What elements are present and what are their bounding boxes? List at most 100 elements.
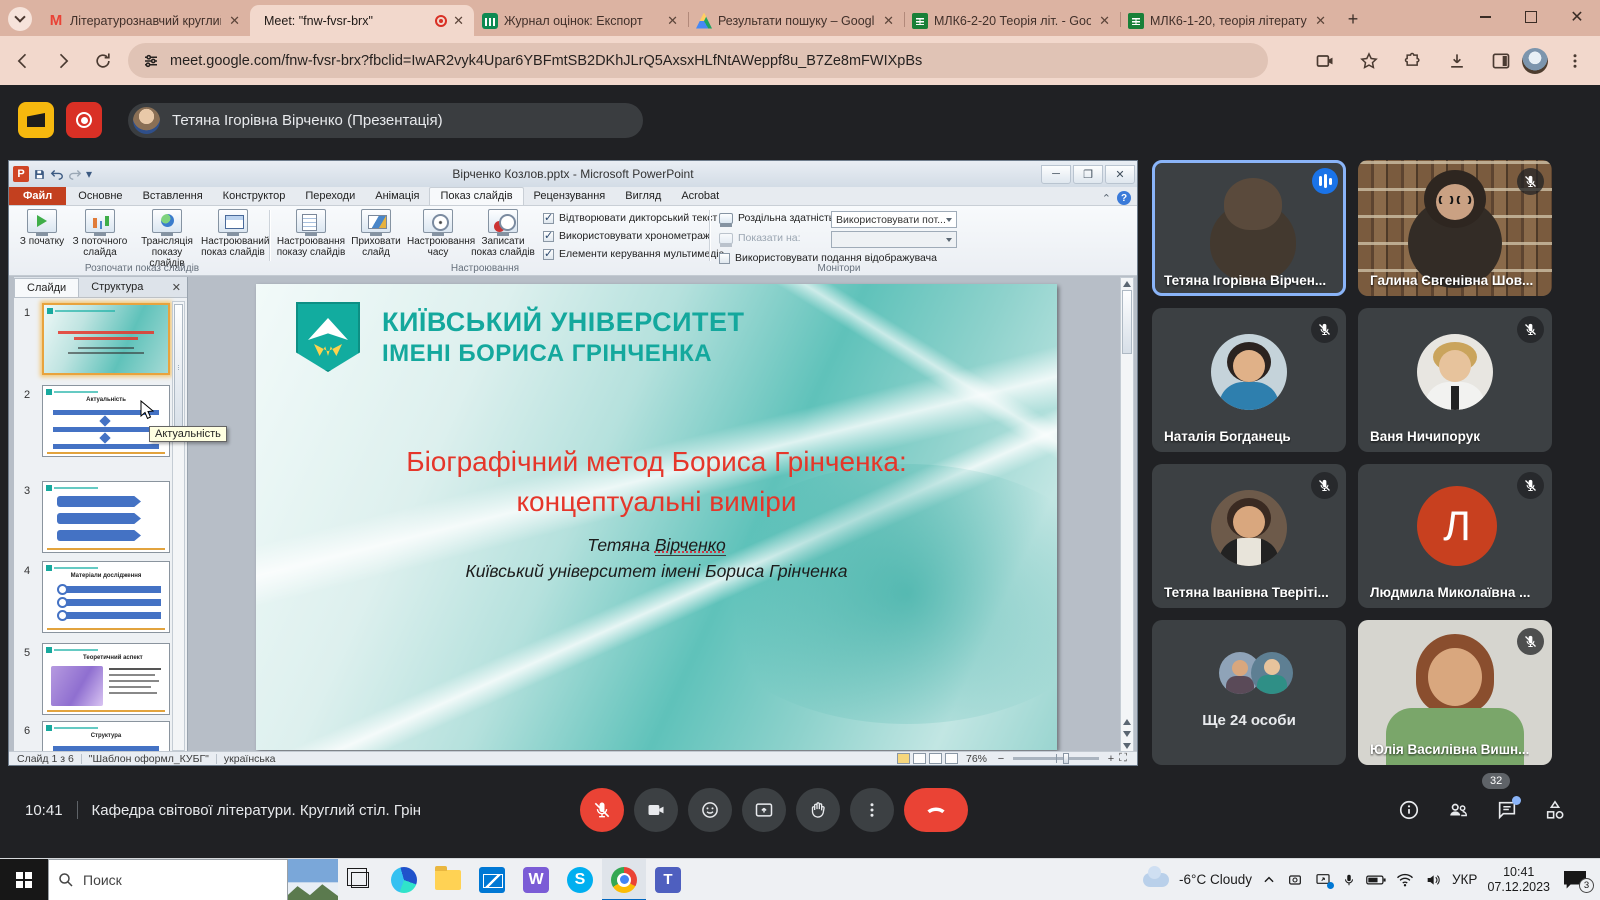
- pane-tab-outline[interactable]: Структура: [79, 278, 155, 296]
- ribbon-button-from-beginning[interactable]: З початку: [19, 209, 65, 247]
- slide-thumbnail-5[interactable]: Теоретичний аспект: [42, 643, 170, 715]
- reading-view-button[interactable]: [929, 753, 942, 764]
- new-tab-button[interactable]: +: [1340, 6, 1366, 32]
- tray-wifi-icon[interactable]: [1396, 873, 1414, 887]
- previous-slide-icon[interactable]: [1123, 719, 1131, 725]
- zoom-slider-handle[interactable]: [1063, 753, 1069, 764]
- zoom-level[interactable]: 76%: [966, 753, 987, 765]
- taskbar-app-teams[interactable]: T: [646, 859, 690, 900]
- tab-close-icon[interactable]: ✕: [665, 13, 680, 29]
- tray-camera-icon[interactable]: [1286, 872, 1304, 888]
- ribbon-tab-transitions[interactable]: Переходи: [295, 188, 365, 205]
- ribbon-button-from-current[interactable]: З поточного слайда: [67, 209, 133, 258]
- notification-center-button[interactable]: 3: [1564, 871, 1586, 889]
- participant-tile[interactable]: Юлія Василівна Вишн...: [1358, 620, 1552, 765]
- tray-display-share-icon[interactable]: [1314, 872, 1332, 888]
- slide-thumbnail-4[interactable]: Матеріали дослідження: [42, 561, 170, 633]
- checkbox-play-narrations[interactable]: Відтворювати дикторський текст: [543, 212, 717, 224]
- checkbox-media-controls[interactable]: Елементи керування мультимедіа: [543, 248, 724, 260]
- meeting-info-button[interactable]: [1398, 799, 1420, 821]
- taskbar-app-w[interactable]: W: [514, 859, 558, 900]
- back-button[interactable]: [6, 44, 40, 78]
- participant-tile[interactable]: Тетяна Іванівна Тверіті...: [1152, 464, 1346, 608]
- ppt-minimize-button[interactable]: ─: [1041, 165, 1071, 184]
- extensions-icon[interactable]: [1396, 44, 1430, 78]
- undo-icon[interactable]: [50, 168, 64, 180]
- pane-close-icon[interactable]: ✕: [172, 281, 181, 294]
- browser-menu-icon[interactable]: [1558, 44, 1592, 78]
- side-panel-icon[interactable]: [1484, 44, 1518, 78]
- ribbon-tab-file[interactable]: Файл: [9, 187, 66, 205]
- bookmark-star-icon[interactable]: [1352, 44, 1386, 78]
- browser-tab-journal[interactable]: Журнал оцінок: Експорт ✕: [474, 5, 688, 36]
- normal-view-button[interactable]: [897, 753, 910, 764]
- powerpoint-logo-icon[interactable]: P: [13, 166, 29, 182]
- slide-thumbnail-6[interactable]: Структура: [42, 721, 170, 753]
- participant-tile[interactable]: Тетяна Ігорівна Вірчен...: [1152, 160, 1346, 296]
- reload-button[interactable]: [86, 44, 120, 78]
- start-button[interactable]: [0, 859, 48, 900]
- browser-tab-drive[interactable]: Результати пошуку – Googl ✕: [688, 5, 904, 36]
- browser-tab-meet[interactable]: Meet: "fnw-fvsr-brx" ✕: [250, 5, 474, 36]
- ribbon-button-record-show[interactable]: Записати показ слайдів: [471, 209, 535, 258]
- ribbon-tab-animations[interactable]: Анімація: [365, 188, 429, 205]
- chat-button[interactable]: [1496, 799, 1518, 821]
- pip-camera-icon[interactable]: [1308, 44, 1342, 78]
- pane-scrollbar[interactable]: [172, 301, 185, 751]
- minimize-button[interactable]: [1462, 0, 1508, 34]
- ribbon-button-hide-slide[interactable]: Приховати слайд: [349, 209, 403, 258]
- save-icon[interactable]: [33, 168, 46, 181]
- slideshow-view-button[interactable]: [945, 753, 958, 764]
- ribbon-tab-home[interactable]: Основне: [68, 188, 132, 205]
- pane-tab-slides[interactable]: Слайди: [14, 278, 79, 297]
- scroll-up-icon[interactable]: [1123, 281, 1131, 287]
- more-participants-tile[interactable]: Ще 24 особи: [1152, 620, 1346, 765]
- recording-button[interactable]: [66, 102, 102, 138]
- tab-search-button[interactable]: [8, 7, 32, 31]
- redo-icon[interactable]: [68, 168, 82, 180]
- help-icon[interactable]: ?: [1117, 191, 1131, 205]
- ribbon-tab-insert[interactable]: Вставлення: [133, 188, 213, 205]
- companion-mode-button[interactable]: [18, 102, 54, 138]
- taskbar-app-edge[interactable]: [382, 859, 426, 900]
- profile-avatar[interactable]: [1522, 48, 1548, 74]
- ribbon-tab-view[interactable]: Вигляд: [615, 188, 671, 205]
- taskbar-clock[interactable]: 10:41 07.12.2023: [1487, 865, 1550, 895]
- ribbon-tab-slideshow[interactable]: Показ слайдів: [429, 187, 523, 205]
- tab-close-icon[interactable]: ✕: [451, 13, 466, 29]
- fit-to-window-button[interactable]: ⛶: [1117, 752, 1129, 765]
- slide-thumbnail-1[interactable]: [42, 303, 170, 375]
- forward-button[interactable]: [46, 44, 80, 78]
- tab-close-icon[interactable]: ✕: [881, 13, 896, 29]
- browser-tab-sheet1[interactable]: МЛК6-2-20 Теорія літ. - Goo ✕: [904, 5, 1120, 36]
- more-options-button[interactable]: [850, 788, 894, 832]
- ribbon-button-rehearse-timings[interactable]: Настроювання часу: [407, 209, 469, 258]
- site-settings-icon[interactable]: [142, 52, 160, 70]
- camera-toggle-button[interactable]: [634, 788, 678, 832]
- ribbon-button-custom-show[interactable]: Настроюваний показ слайдів: [201, 209, 265, 258]
- canvas-scrollbar[interactable]: [1120, 277, 1134, 753]
- present-button[interactable]: [742, 788, 786, 832]
- participant-tile[interactable]: Ваня Ничипорук: [1358, 308, 1552, 452]
- maximize-button[interactable]: [1508, 0, 1554, 34]
- participant-tile[interactable]: Наталія Богданець: [1152, 308, 1346, 452]
- participant-tile[interactable]: Галина Євгенівна Шов...: [1358, 160, 1552, 296]
- activities-button[interactable]: [1544, 799, 1566, 821]
- zoom-out-button[interactable]: −: [995, 753, 1007, 765]
- weather-text[interactable]: -6°C Cloudy: [1179, 872, 1252, 887]
- resolution-dropdown[interactable]: Використовувати пот...: [831, 211, 957, 228]
- zoom-in-button[interactable]: +: [1105, 753, 1117, 765]
- tray-mic-icon[interactable]: [1342, 872, 1356, 888]
- browser-tab-gmail[interactable]: M Літературознавчий круглий ✕: [40, 5, 250, 36]
- tray-battery-icon[interactable]: [1366, 873, 1386, 887]
- scroll-down-icon[interactable]: [1123, 743, 1131, 749]
- close-button[interactable]: ✕: [1554, 0, 1600, 34]
- qat-dropdown-icon[interactable]: ▾: [86, 167, 92, 181]
- end-call-button[interactable]: [904, 788, 968, 832]
- participant-tile[interactable]: Л Людмила Миколаївна ...: [1358, 464, 1552, 608]
- next-slide-icon[interactable]: [1123, 731, 1131, 737]
- taskbar-app-chrome[interactable]: [602, 859, 646, 900]
- tab-close-icon[interactable]: ✕: [1313, 13, 1328, 29]
- ribbon-tab-review[interactable]: Рецензування: [524, 188, 616, 205]
- taskbar-app-mail[interactable]: [470, 859, 514, 900]
